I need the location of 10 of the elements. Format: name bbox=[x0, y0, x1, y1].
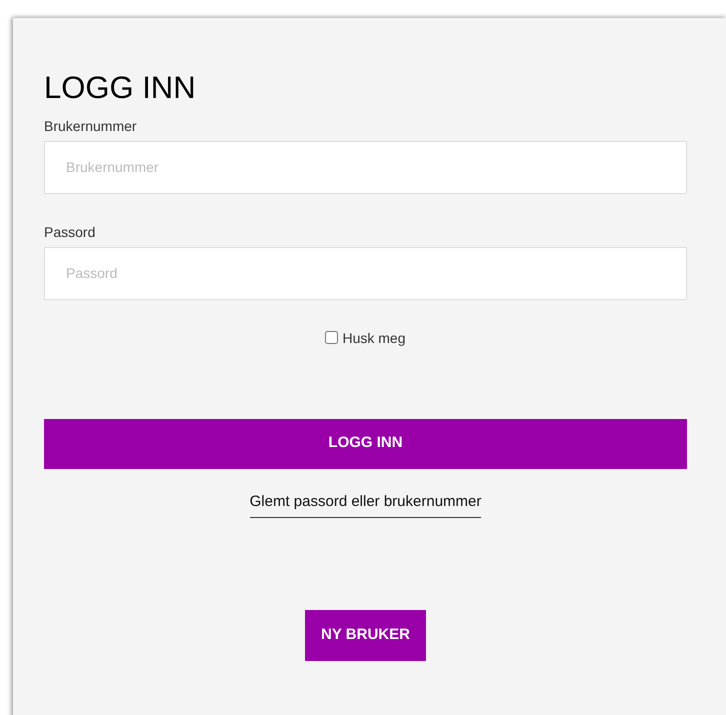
checkbox-label: Husk meg bbox=[342, 330, 406, 346]
field-label: Brukernummer bbox=[44, 116, 138, 136]
input-field[interactable]: Brukernummer bbox=[44, 140, 687, 194]
page-title: LOGG INN bbox=[44, 70, 197, 106]
new-user-button[interactable]: NY BRUKER bbox=[305, 610, 426, 662]
forgot-password-link[interactable]: Glemt passord eller brukernummer bbox=[250, 490, 482, 518]
login-button[interactable]: LOGG INN bbox=[44, 418, 687, 469]
field-label: Passord bbox=[44, 222, 96, 242]
checkbox[interactable] bbox=[325, 330, 338, 344]
input-field[interactable]: Passord bbox=[44, 246, 687, 300]
